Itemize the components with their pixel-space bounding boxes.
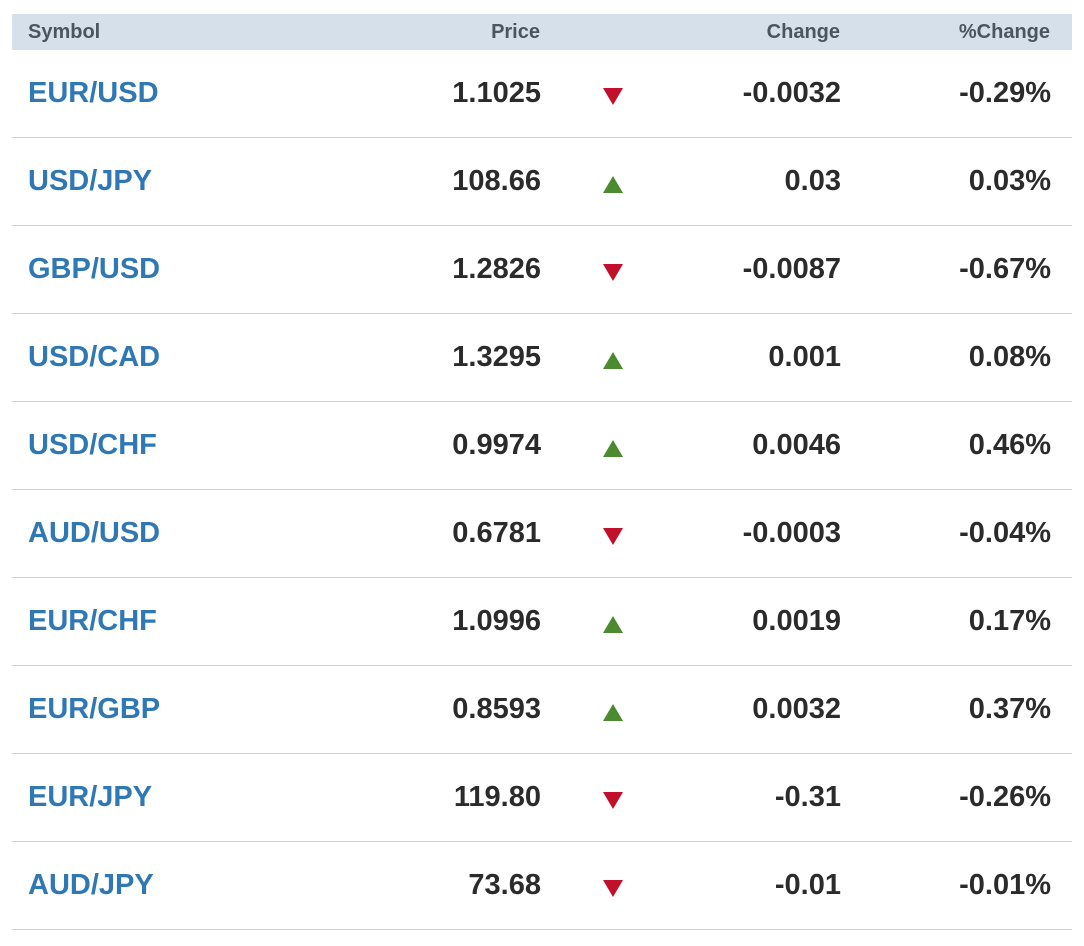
pct-change-value: -0.01% (959, 869, 1051, 901)
header-pct-change[interactable]: %Change (959, 14, 1050, 50)
price-value: 0.6781 (452, 517, 541, 549)
change-value: -0.31 (774, 781, 841, 813)
pct-change-value: -0.29% (959, 77, 1051, 109)
change-value: 0.0046 (752, 429, 841, 461)
direction-indicator (600, 402, 626, 489)
change-value: -0.01 (774, 869, 841, 901)
down-triangle-icon (603, 792, 623, 809)
table-row: AUD/JPY 73.68 -0.01 -0.01% (12, 842, 1072, 930)
table-header: Symbol Price Change %Change (12, 14, 1072, 50)
down-triangle-icon (603, 880, 623, 897)
down-triangle-icon (603, 528, 623, 545)
price-value: 1.1025 (452, 77, 541, 109)
pct-change-value: -0.67% (959, 253, 1051, 285)
price-value: 119.80 (453, 781, 541, 813)
table-row: USD/JPY 108.66 0.03 0.03% (12, 138, 1072, 226)
up-triangle-icon (603, 352, 623, 369)
symbol-link[interactable]: GBP/USD (28, 226, 160, 313)
direction-indicator (600, 138, 626, 225)
pct-change-value: 0.08% (968, 341, 1051, 373)
symbol-link[interactable]: USD/CHF (28, 402, 157, 489)
symbol-link[interactable]: EUR/CHF (28, 578, 157, 665)
price-value: 108.66 (452, 165, 541, 197)
table-row: EUR/CHF 1.0996 0.0019 0.17% (12, 578, 1072, 666)
direction-indicator (600, 754, 626, 841)
up-triangle-icon (603, 704, 623, 721)
direction-indicator (600, 490, 626, 577)
pct-change-value: -0.04% (959, 517, 1051, 549)
price-value: 0.9974 (452, 429, 541, 461)
symbol-link[interactable]: USD/CAD (28, 314, 160, 401)
change-value: -0.0087 (742, 253, 841, 285)
table-row: EUR/USD 1.1025 -0.0032 -0.29% (12, 50, 1072, 138)
header-price[interactable]: Price (491, 14, 540, 50)
change-value: -0.0003 (742, 517, 841, 549)
header-change[interactable]: Change (767, 14, 840, 50)
direction-indicator (600, 578, 626, 665)
pct-change-value: 0.37% (968, 693, 1051, 725)
change-value: 0.03 (784, 165, 841, 197)
direction-indicator (600, 314, 626, 401)
price-value: 1.3295 (452, 341, 541, 373)
up-triangle-icon (603, 616, 623, 633)
symbol-link[interactable]: EUR/GBP (28, 666, 160, 753)
symbol-link[interactable]: AUD/USD (28, 490, 160, 577)
direction-indicator (600, 226, 626, 313)
change-value: 0.001 (768, 341, 841, 373)
pct-change-value: 0.03% (968, 165, 1051, 197)
direction-indicator (600, 50, 626, 137)
up-triangle-icon (603, 440, 623, 457)
table-row: USD/CAD 1.3295 0.001 0.08% (12, 314, 1072, 402)
price-value: 73.68 (468, 869, 541, 901)
price-value: 1.0996 (452, 605, 541, 637)
down-triangle-icon (603, 264, 623, 281)
forex-quotes-table: Symbol Price Change %Change EUR/USD 1.10… (12, 14, 1072, 930)
change-value: 0.0019 (752, 605, 841, 637)
pct-change-value: 0.46% (968, 429, 1051, 461)
table-row: AUD/USD 0.6781 -0.0003 -0.04% (12, 490, 1072, 578)
change-value: -0.0032 (742, 77, 841, 109)
table-row: EUR/JPY 119.80 -0.31 -0.26% (12, 754, 1072, 842)
header-symbol[interactable]: Symbol (28, 14, 100, 50)
table-row: USD/CHF 0.9974 0.0046 0.46% (12, 402, 1072, 490)
pct-change-value: 0.17% (968, 605, 1051, 637)
table-row: GBP/USD 1.2826 -0.0087 -0.67% (12, 226, 1072, 314)
down-triangle-icon (603, 88, 623, 105)
direction-indicator (600, 842, 626, 929)
table-row: EUR/GBP 0.8593 0.0032 0.37% (12, 666, 1072, 754)
symbol-link[interactable]: EUR/USD (28, 50, 159, 137)
change-value: 0.0032 (752, 693, 841, 725)
symbol-link[interactable]: EUR/JPY (28, 754, 152, 841)
direction-indicator (600, 666, 626, 753)
symbol-link[interactable]: USD/JPY (28, 138, 152, 225)
up-triangle-icon (603, 176, 623, 193)
price-value: 1.2826 (452, 253, 541, 285)
symbol-link[interactable]: AUD/JPY (28, 842, 154, 929)
pct-change-value: -0.26% (959, 781, 1051, 813)
price-value: 0.8593 (452, 693, 541, 725)
